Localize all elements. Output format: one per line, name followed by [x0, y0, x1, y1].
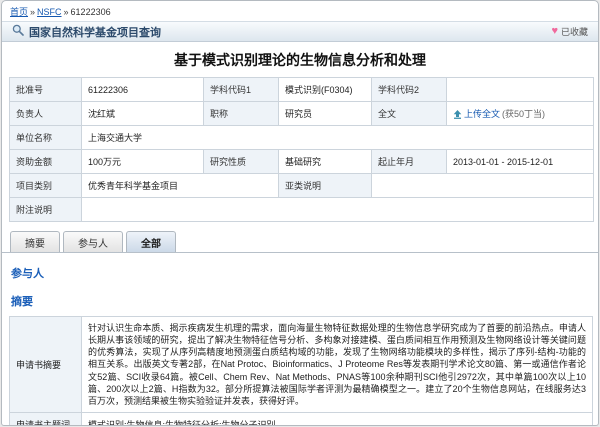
duration-value: 2013-01-01 - 2015-12-01: [446, 149, 594, 174]
job-title-value: 研究员: [278, 101, 372, 126]
favorited-label: 已收藏: [560, 27, 588, 37]
subject-code2-value: [446, 77, 594, 102]
abstract-text: 针对认识生命本质、揭示疾病发生机理的需求，面向海量生物特征数据处理的生物信息学研…: [81, 316, 593, 413]
subcategory-label: 亚类说明: [278, 173, 372, 198]
fulltext-cell: 上传全文 (获50丁当): [446, 101, 594, 126]
favorited-link[interactable]: ♥ 已收藏: [551, 25, 588, 38]
heart-icon: ♥: [551, 25, 558, 37]
table-row: 资助金额 100万元 研究性质 基础研究 起止年月 2013-01-01 - 2…: [9, 149, 594, 174]
project-category-value: 优秀青年科学基金项目: [81, 173, 279, 198]
section-title-abstract: 摘要: [11, 296, 33, 308]
table-row: 单位名称 上海交通大学: [9, 125, 594, 150]
table-row: 申请书主题词 模式识别;生物信息;生物特征分析;生物分子识别: [9, 411, 593, 425]
page: 首页» NSFC» 61222306 国家自然科学基金项目查询 ♥ 已收藏 基于模式…: [1, 0, 599, 426]
tab-abstract[interactable]: 摘要: [10, 231, 60, 252]
institution-value: 上海交通大学: [81, 125, 594, 150]
subject-code2-label: 学科代码2: [371, 77, 447, 102]
table-row: 附注说明: [9, 197, 594, 222]
pi-label: 负责人: [9, 101, 82, 126]
remarks-value: [81, 197, 594, 222]
duration-label: 起止年月: [371, 149, 447, 174]
funding-amount-label: 资助金额: [9, 149, 82, 174]
header-bar: 国家自然科学基金项目查询 ♥ 已收藏: [2, 21, 598, 42]
breadcrumb-home-link[interactable]: 首页: [10, 7, 28, 17]
grant-number-value: 61222306: [81, 77, 204, 102]
header-left: 国家自然科学基金项目查询: [12, 23, 161, 41]
keywords-text: 模式识别;生物信息;生物特征分析;生物分子识别: [81, 411, 593, 425]
page-title: 国家自然科学基金项目查询: [29, 26, 161, 39]
tab-participants[interactable]: 参与人: [63, 231, 123, 252]
abstract-label: 申请书摘要: [9, 316, 82, 413]
fulltext-label: 全文: [371, 101, 447, 126]
project-category-label: 项目类别: [9, 173, 82, 198]
upload-icon: [453, 109, 462, 119]
funding-amount-value: 100万元: [81, 149, 204, 174]
table-row: 申请书摘要 针对认识生命本质、揭示疾病发生机理的需求，面向海量生物特征数据处理的…: [9, 316, 593, 413]
section-title-participants: 参与人: [11, 268, 44, 280]
breadcrumb-separator: »: [63, 7, 69, 17]
table-row: 负责人 沈红斌 职称 研究员 全文 上传全文 (获50丁当): [9, 101, 594, 126]
subject-code1-label: 学科代码1: [203, 77, 279, 102]
upload-fulltext-link[interactable]: 上传全文: [464, 109, 500, 119]
table-row: 项目类别 优秀青年科学基金项目 亚类说明: [9, 173, 594, 198]
institution-label: 单位名称: [9, 125, 82, 150]
remarks-label: 附注说明: [9, 197, 82, 222]
abstract-table: 申请书摘要 针对认识生命本质、揭示疾病发生机理的需求，面向海量生物特征数据处理的…: [9, 316, 593, 425]
project-info-table: 批准号 61222306 学科代码1 模式识别(F0304) 学科代码2 负责人…: [9, 77, 594, 222]
breadcrumb-nsfc-link[interactable]: NSFC: [37, 7, 62, 17]
project-title: 基于模式识别理论的生物信息分析和处理: [174, 52, 426, 68]
breadcrumb: 首页» NSFC» 61222306: [2, 1, 598, 21]
search-icon: [12, 23, 24, 41]
research-type-label: 研究性质: [203, 149, 279, 174]
tab-bar: 摘要 参与人 全部: [2, 231, 598, 253]
subcategory-value: [371, 173, 594, 198]
upload-reward: (获50丁当): [502, 109, 546, 119]
research-type-value: 基础研究: [278, 149, 372, 174]
keywords-label: 申请书主题词: [9, 411, 82, 425]
pi-value: 沈红斌: [81, 101, 204, 126]
breadcrumb-separator: »: [30, 7, 36, 17]
tab-all[interactable]: 全部: [126, 231, 176, 252]
breadcrumb-current: 61222306: [70, 7, 111, 17]
table-row: 批准号 61222306 学科代码1 模式识别(F0304) 学科代码2: [9, 77, 594, 102]
job-title-label: 职称: [203, 101, 279, 126]
grant-number-label: 批准号: [9, 77, 82, 102]
subject-code1-value: 模式识别(F0304): [278, 77, 372, 102]
